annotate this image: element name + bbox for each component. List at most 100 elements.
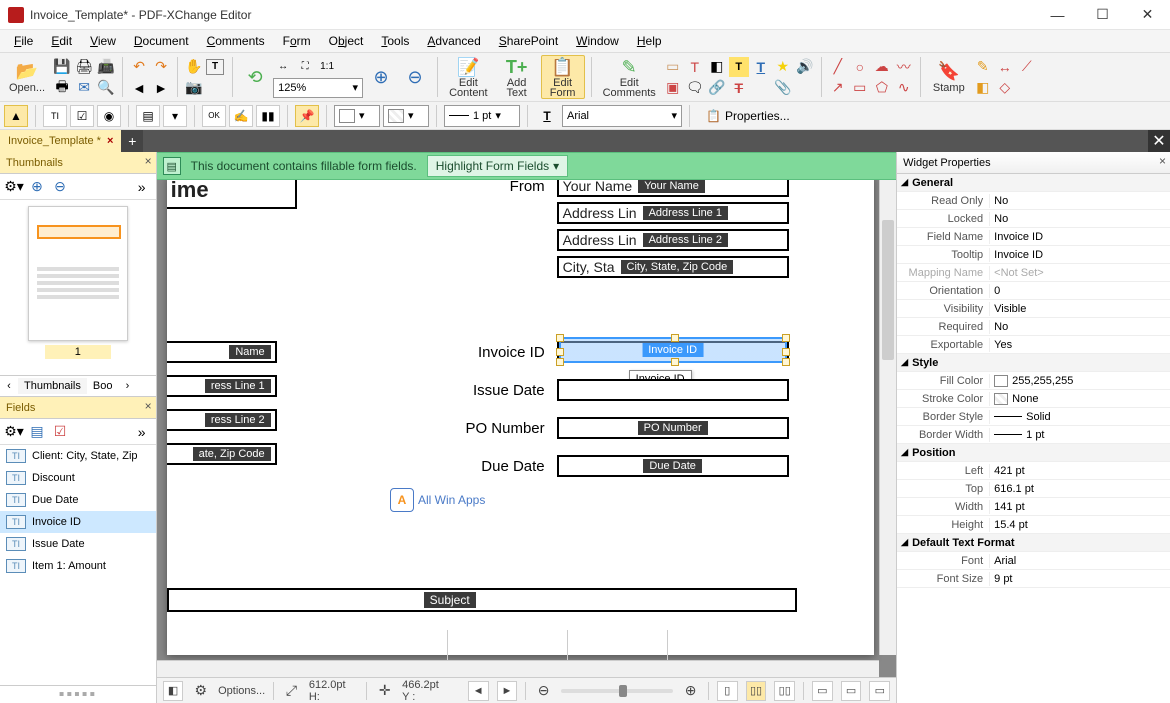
bookmarks-tab[interactable]: Boo	[87, 378, 119, 394]
eraser-tool-icon[interactable]: ◧	[973, 78, 993, 98]
field-item[interactable]: TIItem 1: Amount	[0, 555, 156, 577]
open-button[interactable]: 📂 Open...	[4, 55, 50, 99]
thumb-options-icon[interactable]: ⚙▾	[4, 177, 24, 197]
textbox-annot-icon[interactable]: T	[685, 57, 705, 77]
pencil-tool-icon[interactable]: ✎	[973, 57, 993, 77]
menu-edit[interactable]: Edit	[43, 32, 80, 50]
measure-blank-icon[interactable]	[1017, 78, 1037, 98]
prop-row[interactable]: Height15.4 pt	[897, 516, 1170, 534]
prop-row[interactable]: Orientation0	[897, 282, 1170, 300]
sound-icon[interactable]: 🔊	[795, 57, 815, 77]
menu-file[interactable]: File	[6, 32, 41, 50]
field-item[interactable]: TIDiscount	[0, 467, 156, 489]
attach-icon[interactable]: 📎	[773, 78, 793, 98]
zoom-out-button[interactable]: ⊖	[399, 55, 431, 99]
thumb-zoom-out-icon[interactable]: ⊖	[50, 177, 70, 197]
prop-row[interactable]: VisibilityVisible	[897, 300, 1170, 318]
hand-tool-icon[interactable]: ✋	[184, 57, 204, 77]
new-tab-button[interactable]: +	[121, 130, 143, 152]
prop-row[interactable]: Font Size9 pt	[897, 570, 1170, 588]
menu-form[interactable]: Form	[275, 32, 319, 50]
stamp-button[interactable]: 🔖Stamp	[927, 55, 971, 99]
sb-layout2-icon[interactable]: ▯▯	[746, 681, 767, 701]
measure-dist-icon[interactable]: ↔	[995, 57, 1015, 77]
sb-zoom-in-icon[interactable]: ⊕	[681, 681, 700, 701]
replace-text-icon[interactable]	[751, 78, 771, 98]
menu-sharepoint[interactable]: SharePoint	[491, 32, 566, 50]
link-annot-icon[interactable]: 🔗	[707, 78, 727, 98]
keep-mode-button[interactable]: 📌	[295, 105, 319, 127]
thumb-zoom-in-icon[interactable]: ⊕	[27, 177, 47, 197]
stroke-color-select[interactable]: ▾	[383, 105, 429, 127]
area-annot-icon[interactable]: ▣	[663, 78, 683, 98]
barcode-field-button[interactable]: ▮▮	[256, 105, 280, 127]
prop-row[interactable]: RequiredNo	[897, 318, 1170, 336]
issue-date-field[interactable]	[557, 379, 789, 401]
font-color-button[interactable]: T	[535, 105, 559, 127]
fit-width-icon[interactable]: ↔	[273, 57, 293, 77]
callout-annot-icon[interactable]: ◧	[707, 57, 727, 77]
thumb-more-icon[interactable]: »	[132, 177, 152, 197]
edit-content-button[interactable]: 📝Edit Content	[444, 55, 493, 99]
fields-options-icon[interactable]: ⚙▾	[4, 422, 24, 442]
po-number-field[interactable]: PO Number	[557, 417, 789, 439]
prop-row[interactable]: Field NameInvoice ID	[897, 228, 1170, 246]
note-annot-icon[interactable]: 🗨	[685, 78, 705, 98]
signature-field-button[interactable]: ✍	[229, 105, 253, 127]
close-all-tabs-button[interactable]: ✕	[1148, 130, 1170, 152]
menu-tools[interactable]: Tools	[373, 32, 417, 50]
sb-layout1-icon[interactable]: ▯	[717, 681, 738, 701]
mail-icon[interactable]: ✉	[74, 78, 94, 98]
underline-text-icon[interactable]: T	[751, 57, 771, 77]
prop-row[interactable]: Border StyleSolid	[897, 408, 1170, 426]
page-thumbnail[interactable]	[28, 206, 128, 341]
prop-group-header[interactable]: ◢General	[897, 174, 1170, 192]
pdf-page[interactable]: ime From Your NameYour Name Address LinA…	[167, 180, 874, 655]
prop-row[interactable]: ExportableYes	[897, 336, 1170, 354]
prop-row[interactable]: Fill Color255,255,255	[897, 372, 1170, 390]
close-icon[interactable]: ×	[1159, 154, 1166, 168]
fields-check-icon[interactable]: ☑	[50, 422, 70, 442]
freehand-shape-icon[interactable]: ∿	[894, 78, 914, 98]
text-field-button[interactable]: TI	[43, 105, 67, 127]
arrow-shape-icon[interactable]: ↗	[828, 78, 848, 98]
list-field-button[interactable]: ▤	[136, 105, 160, 127]
menu-comments[interactable]: Comments	[199, 32, 273, 50]
zoom-select[interactable]: 125%▾	[273, 78, 363, 98]
prop-row[interactable]: Width141 pt	[897, 498, 1170, 516]
close-tab-icon[interactable]: ×	[107, 135, 113, 147]
print-icon[interactable]: 🖨	[74, 57, 94, 77]
field-item[interactable]: TIDue Date	[0, 489, 156, 511]
highlight-text-icon[interactable]: T	[729, 57, 749, 77]
font-select[interactable]: Arial▾	[562, 105, 682, 127]
zoom-slider[interactable]	[561, 689, 673, 693]
rect-shape-icon[interactable]: ▭	[850, 78, 870, 98]
sb-prev-page-icon[interactable]: ◄	[468, 681, 489, 701]
menu-object[interactable]: Object	[321, 32, 372, 50]
next-icon[interactable]: ►	[151, 78, 171, 98]
tabs-prev-icon[interactable]: ‹	[0, 380, 18, 392]
select-arrow-button[interactable]: ▲	[4, 105, 28, 127]
highlight-annot-icon[interactable]: ▭	[663, 57, 683, 77]
field-item[interactable]: TIClient: City, State, Zip	[0, 445, 156, 467]
field-item-selected[interactable]: TIInvoice ID	[0, 511, 156, 533]
combo-field-button[interactable]: ▾	[163, 105, 187, 127]
fill-color-select[interactable]: ▾	[334, 105, 380, 127]
redo-icon[interactable]: ↷	[151, 57, 171, 77]
horizontal-scrollbar[interactable]	[157, 660, 879, 677]
select-text-icon[interactable]: T	[206, 59, 224, 75]
prop-row[interactable]: Stroke ColorNone	[897, 390, 1170, 408]
search-icon[interactable]: 🔍	[96, 78, 116, 98]
prop-row[interactable]: TooltipInvoice ID	[897, 246, 1170, 264]
cloud-shape-icon[interactable]: ☁	[872, 57, 892, 77]
prop-row[interactable]: Left421 pt	[897, 462, 1170, 480]
sb-mode1-icon[interactable]: ▭	[812, 681, 833, 701]
line-width-select[interactable]: 1 pt▾	[444, 105, 520, 127]
due-date-field[interactable]: Due Date	[557, 455, 789, 477]
vertical-scrollbar[interactable]	[879, 180, 896, 655]
prop-row[interactable]: FontArial	[897, 552, 1170, 570]
strike-text-icon[interactable]: T	[729, 78, 749, 98]
tabs-next-icon[interactable]: ›	[118, 380, 136, 392]
sb-gear-icon[interactable]: ⚙	[191, 681, 210, 701]
sb-zoom-out-icon[interactable]: ⊖	[534, 681, 553, 701]
